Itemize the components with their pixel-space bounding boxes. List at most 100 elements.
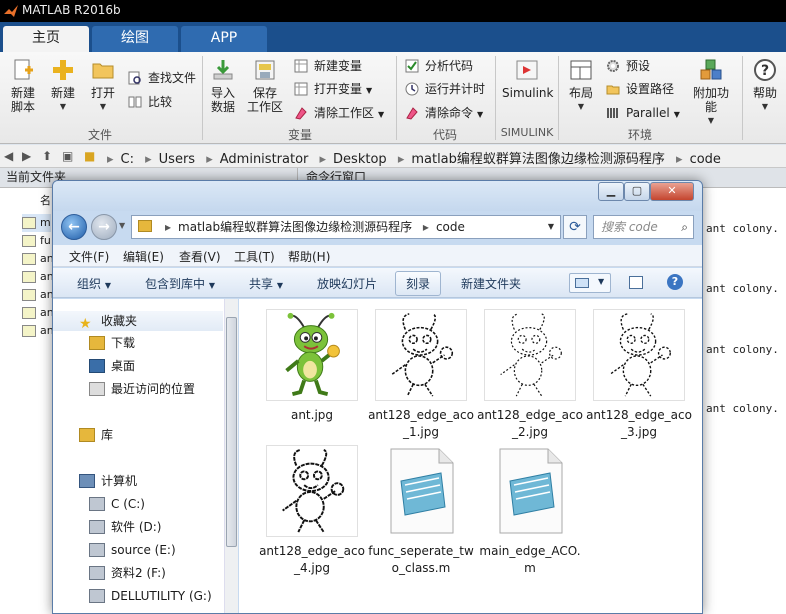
back-arrow-icon[interactable]: ◀ bbox=[4, 149, 13, 163]
file-item[interactable]: ant128_edge_aco_4.jpg bbox=[259, 445, 365, 577]
list-item[interactable]: an bbox=[22, 268, 54, 286]
close-button[interactable]: ✕ bbox=[650, 182, 694, 201]
simulink-label: Simulink bbox=[502, 86, 554, 100]
file-item[interactable]: main_edge_ACO.m bbox=[477, 445, 583, 577]
file-item[interactable]: ant.jpg bbox=[259, 309, 365, 424]
maximize-button[interactable]: ▢ bbox=[624, 182, 650, 201]
tab-plots[interactable]: 绘图 bbox=[92, 26, 178, 52]
menu-file[interactable]: 文件(F) bbox=[69, 248, 109, 265]
search-input[interactable]: 搜索 code ⌕ bbox=[593, 215, 694, 239]
browse-folder-icon[interactable]: ▣ bbox=[62, 149, 73, 163]
burn-button[interactable]: 刻录 bbox=[395, 271, 442, 296]
name-column-header[interactable]: 名 bbox=[40, 192, 51, 210]
help-button[interactable]: ? 帮助 ▼ bbox=[748, 58, 782, 114]
explorer-breadcrumb-item[interactable]: matlab编程蚁群算法图像边缘检测源码程序 bbox=[178, 220, 412, 234]
open-variable-label: 打开变量 bbox=[314, 82, 363, 96]
help-question-icon[interactable]: ? bbox=[667, 274, 683, 290]
menu-help[interactable]: 帮助(H) bbox=[288, 248, 330, 265]
layout-button[interactable]: 布局 ▼ bbox=[564, 58, 598, 114]
nav-drive-f[interactable]: 资料2 (F:) bbox=[89, 563, 166, 583]
breadcrumb-item[interactable]: Desktop bbox=[333, 152, 387, 167]
run-and-time-button[interactable]: 运行并计时 bbox=[405, 80, 485, 98]
parallel-label: Parallel bbox=[626, 106, 670, 120]
explorer-breadcrumb-item[interactable]: code bbox=[436, 220, 465, 234]
analyze-code-button[interactable]: 分析代码 bbox=[405, 57, 473, 75]
new-script-button[interactable]: 新建 脚本 bbox=[6, 58, 40, 114]
simulink-button[interactable]: Simulink bbox=[502, 58, 554, 100]
parallel-button[interactable]: Parallel ▼ bbox=[606, 104, 680, 122]
folder-icon bbox=[138, 220, 152, 232]
clear-commands-button[interactable]: 清除命令 ▼ bbox=[405, 104, 483, 122]
tab-home[interactable]: 主页 bbox=[3, 26, 89, 52]
file-item[interactable]: func_seperate_two_class.m bbox=[368, 445, 474, 577]
list-item[interactable]: an bbox=[22, 322, 54, 340]
nav-scrollbar[interactable] bbox=[224, 299, 238, 613]
nav-downloads[interactable]: 下载 bbox=[89, 333, 135, 353]
set-path-button[interactable]: 设置路径 bbox=[606, 80, 674, 98]
gear-icon bbox=[607, 60, 619, 72]
list-item[interactable]: fu bbox=[22, 232, 51, 250]
nav-computer[interactable]: 计算机 bbox=[79, 471, 137, 491]
breadcrumb-item[interactable]: Administrator bbox=[220, 152, 309, 167]
slideshow-button[interactable]: 放映幻灯片 bbox=[317, 275, 377, 292]
new-variable-icon bbox=[294, 59, 308, 73]
breadcrumb[interactable]: ▸ C: ▸ Users ▸ Administrator ▸ Desktop ▸ matl… bbox=[100, 148, 721, 167]
nav-drive-d[interactable]: 软件 (D:) bbox=[89, 517, 161, 537]
tab-apps[interactable]: APP bbox=[181, 26, 267, 52]
breadcrumb-item[interactable]: C: bbox=[121, 152, 134, 167]
scrollbar-thumb[interactable] bbox=[226, 317, 237, 547]
minimize-button[interactable]: ▁ bbox=[598, 182, 624, 201]
nav-drive-e[interactable]: source (E:) bbox=[89, 540, 176, 560]
nav-label: source (E:) bbox=[111, 543, 176, 557]
file-item[interactable]: ant128_edge_aco_1.jpg bbox=[368, 309, 474, 441]
menu-tools[interactable]: 工具(T) bbox=[234, 248, 275, 265]
nav-desktop[interactable]: 桌面 bbox=[89, 356, 135, 376]
new-script-icon bbox=[14, 59, 33, 80]
edge-image-thumbnail bbox=[593, 309, 685, 401]
clear-workspace-button[interactable]: 清除工作区 ▼ bbox=[294, 104, 384, 122]
nav-label: 最近访问的位置 bbox=[111, 382, 196, 396]
addons-button[interactable]: 附加功能 ▼ bbox=[688, 58, 734, 128]
breadcrumb-item[interactable]: code bbox=[690, 152, 721, 167]
breadcrumb-item[interactable]: matlab编程蚁群算法图像边缘检测源码程序 bbox=[411, 152, 665, 167]
nav-favorites[interactable]: ★ 收藏夹 bbox=[53, 311, 223, 331]
open-variable-button[interactable]: 打开变量 ▼ bbox=[294, 80, 372, 98]
find-files-button[interactable]: 查找文件 bbox=[128, 69, 196, 87]
preferences-button[interactable]: 预设 bbox=[606, 57, 650, 75]
chevron-down-icon[interactable]: ▼ bbox=[548, 216, 554, 238]
up-folder-icon[interactable]: ⬆ bbox=[42, 149, 52, 163]
refresh-button[interactable]: ⟳ bbox=[563, 215, 587, 239]
forward-button[interactable]: → bbox=[91, 214, 117, 240]
organize-button[interactable]: 组织 ▼ bbox=[77, 275, 111, 292]
nav-recent[interactable]: 最近访问的位置 bbox=[89, 379, 195, 399]
nav-libraries[interactable]: 库 bbox=[79, 425, 113, 445]
explorer-address-bar[interactable]: ▸ matlab编程蚁群算法图像边缘检测源码程序 ▸ code ▼ bbox=[131, 215, 561, 239]
list-item[interactable]: m bbox=[22, 214, 51, 232]
recent-pages-chevron-icon[interactable]: ▼ bbox=[119, 221, 125, 230]
nav-drive-g[interactable]: DELLUTILITY (G:) bbox=[89, 586, 212, 606]
file-item[interactable]: ant128_edge_aco_3.jpg bbox=[586, 309, 692, 441]
new-button[interactable]: 新建 ▼ bbox=[46, 58, 80, 114]
share-button[interactable]: 共享 ▼ bbox=[249, 275, 283, 292]
forward-arrow-icon[interactable]: ▶ bbox=[22, 149, 31, 163]
new-folder-button[interactable]: 新建文件夹 bbox=[461, 275, 521, 292]
save-workspace-button[interactable]: 保存 工作区 bbox=[246, 58, 284, 114]
menu-view[interactable]: 查看(V) bbox=[179, 248, 221, 265]
new-variable-button[interactable]: 新建变量 bbox=[294, 57, 362, 75]
list-item[interactable]: an bbox=[22, 250, 54, 268]
compare-button[interactable]: 比较 bbox=[128, 93, 172, 111]
list-item[interactable]: an bbox=[22, 286, 54, 304]
search-icon[interactable]: ⌕ bbox=[681, 216, 688, 238]
open-button[interactable]: 打开 ▼ bbox=[86, 58, 120, 114]
include-in-library-button[interactable]: 包含到库中 ▼ bbox=[145, 275, 215, 292]
preview-pane-icon[interactable] bbox=[629, 276, 643, 289]
change-view-button[interactable]: ▼ bbox=[569, 273, 611, 293]
breadcrumb-item[interactable]: Users bbox=[159, 152, 195, 167]
list-item[interactable]: an bbox=[22, 304, 54, 322]
menu-edit[interactable]: 编辑(E) bbox=[123, 248, 164, 265]
nav-drive-c[interactable]: C (C:) bbox=[89, 494, 145, 514]
import-data-button[interactable]: 导入 数据 bbox=[206, 58, 240, 114]
back-button[interactable]: ← bbox=[61, 214, 87, 240]
layout-label: 布局 bbox=[568, 86, 593, 100]
file-item[interactable]: ant128_edge_aco_2.jpg bbox=[477, 309, 583, 441]
